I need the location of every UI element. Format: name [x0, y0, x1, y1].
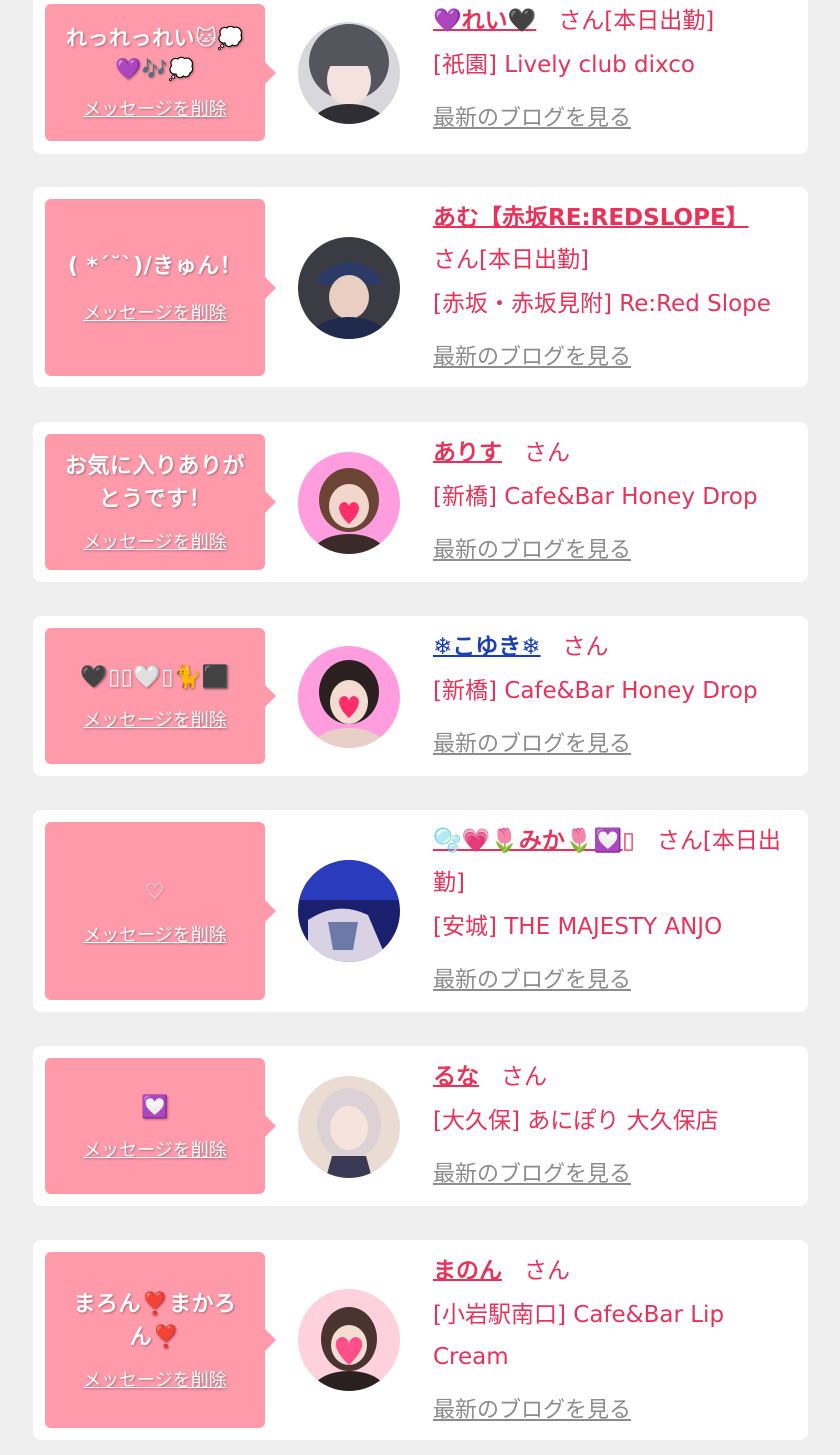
- delete-message-link[interactable]: メッセージを削除: [83, 921, 227, 947]
- cast-info: まのん さん [小岩駅南口] Cafe&Bar Lip Cream 最新のブログを…: [433, 1250, 792, 1432]
- avatar[interactable]: [298, 22, 400, 124]
- message-text: れっれっれい🐱💭💜🎶💭: [65, 25, 245, 81]
- name-line: ありす さん: [433, 432, 792, 474]
- favorite-card: 🖤▯▯🤍▯🐈⬛ メッセージを削除 ❄こゆき❄ さん [新橋] Cafe&Bar H…: [33, 616, 808, 776]
- avatar[interactable]: [298, 860, 400, 962]
- cast-name-link[interactable]: まのん: [433, 1258, 502, 1284]
- name-line: まのん さん: [433, 1250, 792, 1292]
- cast-name-link[interactable]: ありす: [433, 440, 502, 466]
- message-bubble: お気に入りありがとうです！ メッセージを削除: [45, 434, 276, 570]
- message-text: 🖤▯▯🤍▯🐈⬛: [80, 664, 230, 690]
- cast-suffix: さん: [524, 1258, 570, 1284]
- delete-message-link[interactable]: メッセージを削除: [83, 528, 227, 554]
- avatar-image: [298, 452, 400, 554]
- shop-name: [小岩駅南口] Cafe&Bar Lip Cream: [433, 1302, 725, 1370]
- name-suffix-line: さん[本日出勤]: [433, 239, 792, 281]
- cast-info: 🫧💗🌷みか🌷💟▯ さん[本日出勤] [安城] THE MAJESTY ANJO 最…: [433, 820, 792, 1002]
- cast-suffix: さん[本日出勤]: [433, 247, 589, 273]
- cast-name-link[interactable]: あむ【赤坂RE:REDSLOPE】: [433, 205, 749, 231]
- message-text: ( *´˘`)/きゅん！: [67, 254, 243, 279]
- cast-info: あむ【赤坂RE:REDSLOPE】 さん[本日出勤] [赤坂・赤坂見附] Re:…: [433, 197, 792, 379]
- name-line: あむ【赤坂RE:REDSLOPE】: [433, 197, 792, 239]
- latest-blog-link[interactable]: 最新のブログを見る: [433, 98, 792, 140]
- message-bubble: まろん❣️まかろん❣️ メッセージを削除: [45, 1252, 276, 1428]
- avatar[interactable]: [298, 452, 400, 554]
- cast-name-link[interactable]: ❄こゆき❄: [433, 634, 541, 660]
- cast-suffix: さん: [501, 1064, 547, 1090]
- latest-blog-link[interactable]: 最新のブログを見る: [433, 960, 792, 1002]
- message-bubble: 💟 メッセージを削除: [45, 1058, 276, 1194]
- cast-suffix: さん: [524, 440, 570, 466]
- message-bubble: ( *´˘`)/きゅん！ メッセージを削除: [45, 199, 276, 376]
- message-text: ♡: [144, 879, 166, 905]
- avatar-image: [298, 237, 400, 339]
- latest-blog-link[interactable]: 最新のブログを見る: [433, 1154, 792, 1196]
- name-line: 💜れい🖤 さん[本日出勤]: [433, 0, 792, 42]
- shop-name: [安城] THE MAJESTY ANJO: [433, 914, 723, 940]
- message-bubble: れっれっれい🐱💭💜🎶💭 メッセージを削除: [45, 4, 276, 141]
- message-bubble: 🖤▯▯🤍▯🐈⬛ メッセージを削除: [45, 628, 276, 764]
- avatar[interactable]: [298, 646, 400, 748]
- name-line: 🫧💗🌷みか🌷💟▯ さん[本日出勤]: [433, 820, 792, 904]
- shop-name: [赤坂・赤坂見附] Re:Red Slope: [433, 291, 771, 317]
- cast-info: るな さん [大久保] あにぽり 大久保店 最新のブログを見る: [433, 1056, 792, 1196]
- avatar-image: [298, 1289, 400, 1391]
- avatar-image: [298, 22, 400, 124]
- shop-name: [祇園] Lively club dixco: [433, 52, 695, 78]
- favorite-card: 💟 メッセージを削除 るな さん [大久保] あにぽり 大久保店 最新のブログを見…: [33, 1046, 808, 1206]
- avatar[interactable]: [298, 1289, 400, 1391]
- cast-suffix: さん[本日出勤]: [558, 8, 715, 34]
- shop-name: [大久保] あにぽり 大久保店: [433, 1108, 719, 1134]
- message-text: お気に入りありがとうです！: [64, 454, 245, 512]
- favorite-card: れっれっれい🐱💭💜🎶💭 メッセージを削除 💜れい🖤 さん[本日出勤] [祇園] L…: [33, 0, 808, 154]
- latest-blog-link[interactable]: 最新のブログを見る: [433, 724, 792, 766]
- cast-name-link[interactable]: るな: [433, 1064, 479, 1090]
- cast-info: ❄こゆき❄ さん [新橋] Cafe&Bar Honey Drop 最新のブログを…: [433, 626, 792, 766]
- message-bubble: ♡ メッセージを削除: [45, 822, 276, 1000]
- favorite-card: ♡ メッセージを削除 🫧💗🌷みか🌷💟▯ さん[本日出勤] [安城] THE MAJ…: [33, 810, 808, 1012]
- delete-message-link[interactable]: メッセージを削除: [83, 95, 227, 121]
- shop-name: [新橋] Cafe&Bar Honey Drop: [433, 484, 758, 510]
- delete-message-link[interactable]: メッセージを削除: [83, 706, 227, 732]
- shop-name: [新橋] Cafe&Bar Honey Drop: [433, 678, 758, 704]
- avatar[interactable]: [298, 1076, 400, 1178]
- cast-name-link[interactable]: 💜れい🖤: [433, 8, 536, 34]
- avatar-image: [298, 1076, 400, 1178]
- avatar-image: [298, 646, 400, 748]
- favorite-card: お気に入りありがとうです！ メッセージを削除 ありす さん [新橋] Cafe&B…: [33, 422, 808, 582]
- favorite-card: ( *´˘`)/きゅん！ メッセージを削除 あむ【赤坂RE:REDSLOPE】 …: [33, 187, 808, 387]
- latest-blog-link[interactable]: 最新のブログを見る: [433, 530, 792, 572]
- favorite-card: まろん❣️まかろん❣️ メッセージを削除 まのん さん [小岩駅南口] Cafe&…: [33, 1240, 808, 1440]
- avatar[interactable]: [298, 237, 400, 339]
- name-line: るな さん: [433, 1056, 792, 1098]
- name-line: ❄こゆき❄ さん: [433, 626, 792, 668]
- cast-info: 💜れい🖤 さん[本日出勤] [祇園] Lively club dixco 最新のブ…: [433, 0, 792, 140]
- cast-info: ありす さん [新橋] Cafe&Bar Honey Drop 最新のブログを見る: [433, 432, 792, 572]
- cast-name-link[interactable]: 🫧💗🌷みか🌷💟▯: [433, 828, 635, 854]
- delete-message-link[interactable]: メッセージを削除: [83, 299, 227, 325]
- delete-message-link[interactable]: メッセージを削除: [83, 1366, 227, 1392]
- latest-blog-link[interactable]: 最新のブログを見る: [433, 337, 792, 379]
- latest-blog-link[interactable]: 最新のブログを見る: [433, 1390, 792, 1432]
- avatar-image: [298, 860, 400, 962]
- cast-suffix: さん: [562, 634, 609, 660]
- message-text: 💟: [141, 1094, 169, 1120]
- delete-message-link[interactable]: メッセージを削除: [83, 1136, 227, 1162]
- message-text: まろん❣️まかろん❣️: [73, 1292, 237, 1350]
